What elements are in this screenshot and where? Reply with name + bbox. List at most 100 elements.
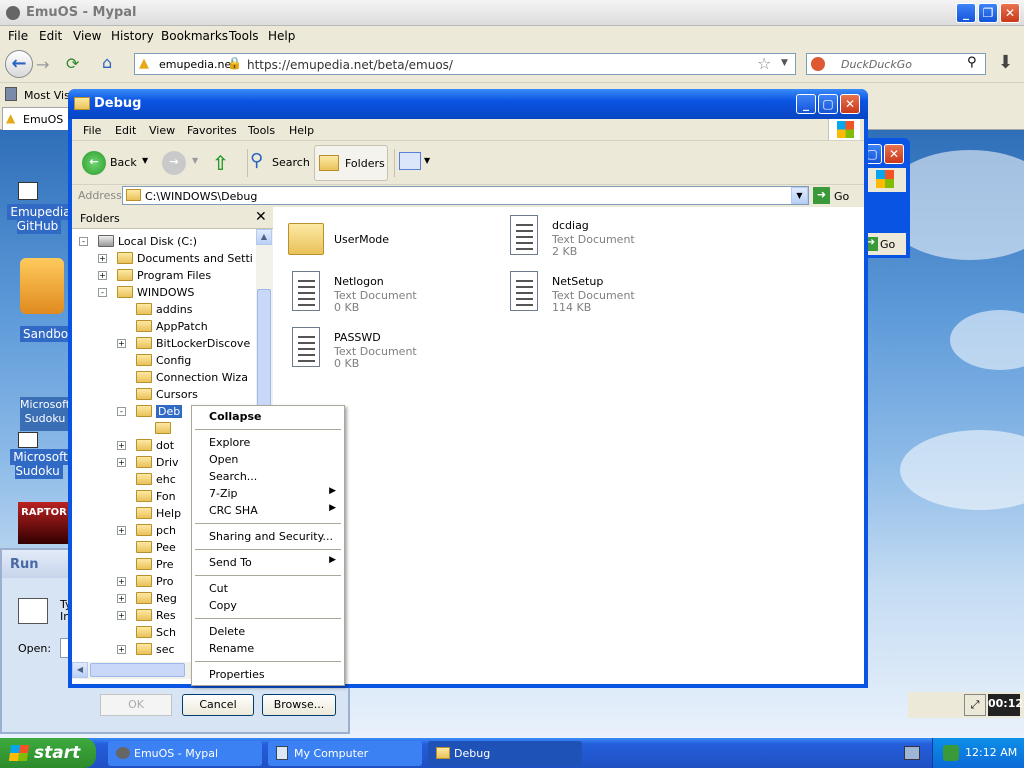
context-menu-item[interactable]: Copy xyxy=(192,597,344,614)
taskbar-item-mypal[interactable]: EmuOS - Mypal xyxy=(108,741,262,766)
context-menu-item[interactable]: Explore xyxy=(192,434,344,451)
address-dropdown-icon[interactable]: ▼ xyxy=(791,187,808,204)
search-label[interactable]: Search xyxy=(272,156,310,169)
expand-icon[interactable]: + xyxy=(117,611,126,620)
tree-item[interactable]: + Program Files xyxy=(72,267,256,284)
taskbar-item-debug[interactable]: Debug xyxy=(428,741,582,766)
download-icon[interactable]: ⬇ xyxy=(998,52,1013,73)
explorer-titlebar[interactable]: Debug _ ▢ ✕ xyxy=(68,89,868,119)
file-item[interactable]: PASSWD Text Document 0 KB xyxy=(288,327,498,375)
context-menu-item[interactable]: Search... xyxy=(192,468,344,485)
search-icon[interactable]: ⚲ xyxy=(250,150,263,171)
tree-item[interactable]: - WINDOWS xyxy=(72,284,256,301)
restore-button[interactable]: ❐ xyxy=(978,3,998,23)
expand-icon[interactable]: + xyxy=(117,339,126,348)
context-menu-item[interactable]: CRC SHA ▶ xyxy=(192,502,344,519)
back-dropdown-icon[interactable]: ▼ xyxy=(142,156,148,165)
expand-icon[interactable]: + xyxy=(98,271,107,280)
duckduckgo-icon[interactable] xyxy=(811,57,825,71)
run-cancel-button[interactable]: Cancel xyxy=(182,694,254,716)
folders-toggle-button[interactable]: Folders xyxy=(314,145,388,181)
url-dropdown-icon[interactable]: ▼ xyxy=(781,58,788,68)
context-menu-item[interactable]: Open xyxy=(192,451,344,468)
tree-item[interactable]: addins xyxy=(72,301,256,318)
mycomp-go-label[interactable]: Go xyxy=(880,238,895,251)
expand-icon[interactable]: + xyxy=(117,458,126,467)
lock-icon[interactable]: 🔒 xyxy=(227,56,242,70)
context-menu-item[interactable]: Collapse xyxy=(192,408,344,425)
desktop-icon-sudoku-1[interactable]: Microsoft Sudoku xyxy=(20,397,70,431)
forward-dropdown-icon[interactable]: ▼ xyxy=(192,156,198,165)
file-item[interactable]: dcdiag Text Document 2 KB xyxy=(506,215,716,263)
forward-arrow-icon[interactable]: → xyxy=(162,151,186,175)
menu-bookmarks[interactable]: Bookmarks xyxy=(161,29,228,43)
scroll-up-icon[interactable]: ▲ xyxy=(256,229,272,245)
home-icon[interactable]: ⌂ xyxy=(102,53,112,72)
collapse-icon[interactable]: - xyxy=(98,288,107,297)
expand-icon[interactable]: + xyxy=(117,594,126,603)
back-arrow-icon[interactable]: ← xyxy=(5,50,33,78)
explorer-menu-view[interactable]: View xyxy=(149,124,175,137)
desktop-icon-emupedia-github[interactable]: Emupedia GitHub xyxy=(6,204,72,234)
fullscreen-icon[interactable]: ⤢ xyxy=(964,694,986,716)
taskbar-item-my-computer[interactable]: My Computer xyxy=(268,741,422,766)
explorer-menu-favorites[interactable]: Favorites xyxy=(187,124,237,137)
menu-history[interactable]: History xyxy=(111,29,154,43)
run-browse-button[interactable]: Browse... xyxy=(262,694,336,716)
views-icon[interactable] xyxy=(399,152,421,170)
desktop-icon-sandbox[interactable]: Sandbox xyxy=(20,326,78,342)
menu-view[interactable]: View xyxy=(73,29,101,43)
context-menu-item[interactable]: Send To ▶ xyxy=(192,554,344,571)
go-label[interactable]: Go xyxy=(834,190,849,203)
bookmark-star-icon[interactable]: ☆ xyxy=(757,54,771,73)
tree-item[interactable]: + BitLockerDiscove xyxy=(72,335,256,352)
context-menu-item[interactable]: Properties xyxy=(192,666,344,683)
search-icon[interactable]: ⚲ xyxy=(967,55,977,70)
site-badge[interactable]: emupedia.net xyxy=(159,58,236,71)
menu-edit[interactable]: Edit xyxy=(39,29,62,43)
browser-titlebar[interactable]: EmuOS - Mypal _ ❐ ✕ xyxy=(0,0,1024,26)
file-item[interactable]: Netlogon Text Document 0 KB xyxy=(288,271,498,319)
tree-item[interactable]: + Documents and Setti xyxy=(72,250,256,267)
context-menu-item[interactable]: Delete xyxy=(192,623,344,640)
explorer-minimize-button[interactable]: _ xyxy=(796,94,816,114)
explorer-menu-file[interactable]: File xyxy=(83,124,101,137)
url-text[interactable]: https://emupedia.net/beta/emuos/ xyxy=(247,58,453,72)
expand-icon[interactable]: + xyxy=(98,254,107,263)
up-folder-icon[interactable]: ⇧ xyxy=(212,151,234,175)
context-menu-item[interactable]: Cut xyxy=(192,580,344,597)
back-arrow-icon[interactable]: ← xyxy=(82,151,106,175)
search-bar[interactable]: DuckDuckGo ⚲ xyxy=(806,53,986,75)
explorer-menu-edit[interactable]: Edit xyxy=(115,124,136,137)
mycomp-close-button[interactable]: ✕ xyxy=(884,144,904,164)
explorer-menu-tools[interactable]: Tools xyxy=(248,124,275,137)
expand-icon[interactable]: + xyxy=(117,526,126,535)
reload-icon[interactable]: ⟳ xyxy=(66,54,79,73)
go-arrow-icon[interactable]: ➜ xyxy=(813,187,830,204)
views-dropdown-icon[interactable]: ▼ xyxy=(424,156,430,165)
address-bar[interactable]: C:\WINDOWS\Debug ▼ xyxy=(122,186,809,205)
expand-icon[interactable]: + xyxy=(117,645,126,654)
explorer-menu-help[interactable]: Help xyxy=(289,124,314,137)
desktop-icon-raptor[interactable]: RAPTOR xyxy=(18,502,70,544)
file-item[interactable]: NetSetup Text Document 114 KB xyxy=(506,271,716,319)
menu-help[interactable]: Help xyxy=(268,29,295,43)
collapse-icon[interactable]: - xyxy=(79,237,88,246)
collapse-icon[interactable]: - xyxy=(117,407,126,416)
run-ok-button[interactable]: OK xyxy=(100,694,172,716)
context-menu-item[interactable]: Sharing and Security... xyxy=(192,528,344,545)
desktop-icon-sudoku-2[interactable]: Microsoft Sudoku xyxy=(6,449,72,479)
explorer-close-button[interactable]: ✕ xyxy=(840,94,860,114)
menu-file[interactable]: File xyxy=(8,29,28,43)
context-menu-item[interactable]: Rename xyxy=(192,640,344,657)
network-icon[interactable] xyxy=(943,745,959,761)
tree-item[interactable]: AppPatch xyxy=(72,318,256,335)
minimize-button[interactable]: _ xyxy=(956,3,976,23)
scroll-left-icon[interactable]: ◀ xyxy=(72,662,88,678)
expand-icon[interactable]: + xyxy=(117,441,126,450)
context-menu-item[interactable]: 7-Zip ▶ xyxy=(192,485,344,502)
address-value[interactable]: C:\WINDOWS\Debug xyxy=(145,190,257,203)
scroll-thumb[interactable] xyxy=(257,289,271,409)
expand-icon[interactable]: + xyxy=(117,577,126,586)
start-button[interactable]: start xyxy=(0,738,96,768)
